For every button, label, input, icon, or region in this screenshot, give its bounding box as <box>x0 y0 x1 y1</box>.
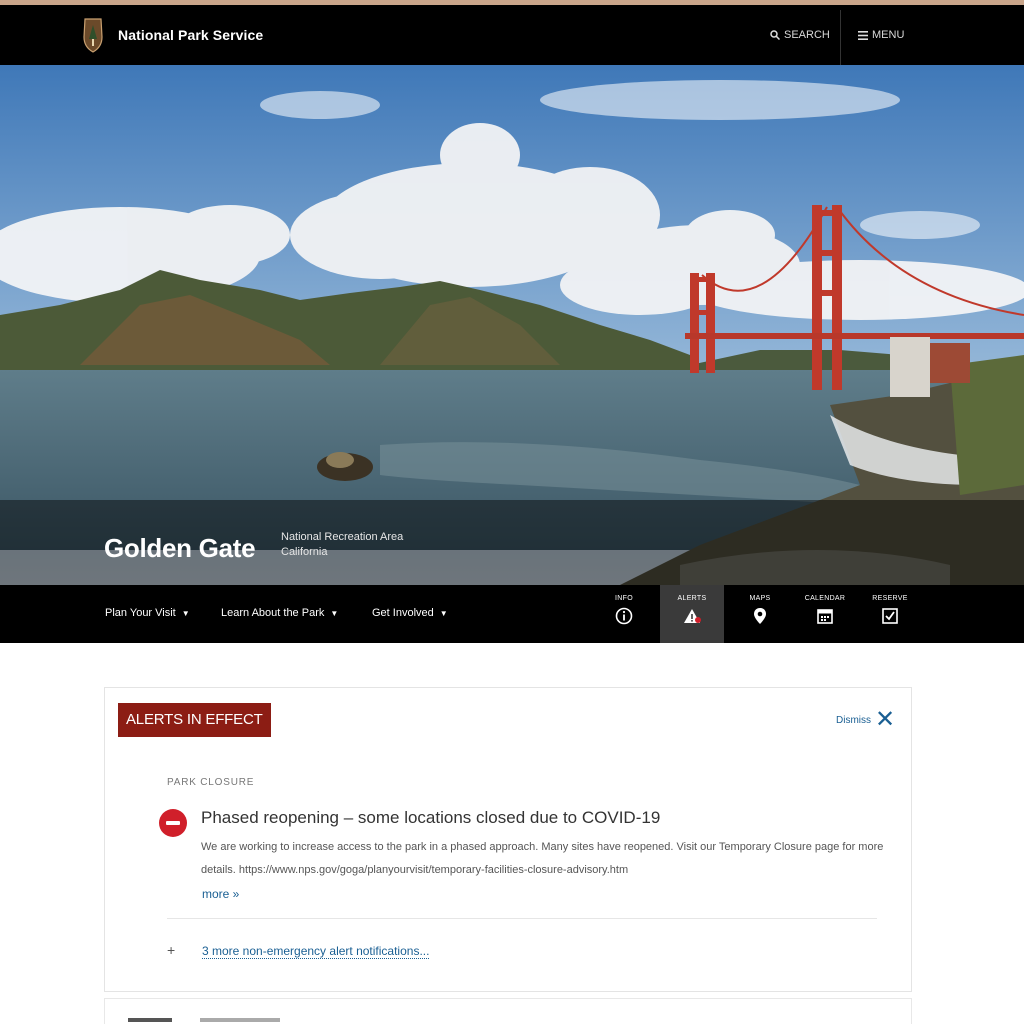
nav-plan-your-visit[interactable]: Plan Your Visit ▼ <box>105 607 190 619</box>
alert-category: PARK CLOSURE <box>167 777 255 788</box>
more-notifications-link[interactable]: 3 more non-emergency alert notifications… <box>202 944 430 959</box>
plus-icon[interactable]: + <box>167 942 175 958</box>
close-icon: ✕ <box>875 706 896 733</box>
search-label: SEARCH <box>784 29 830 41</box>
nav-label: Learn About the Park <box>221 607 325 619</box>
menu-button[interactable]: MENU <box>858 29 904 41</box>
quick-link-label: Maps <box>749 595 771 602</box>
quick-link-label: Calendar <box>804 595 846 602</box>
park-subtitle: National Recreation Area California <box>281 530 403 560</box>
dismiss-alerts-button[interactable]: Dismiss ✕ <box>836 706 896 733</box>
park-navigation: Plan Your Visit ▼ Learn About the Park ▼… <box>0 585 1024 643</box>
quick-link-reserve[interactable]: Reserve <box>858 585 922 643</box>
alert-body: We are working to increase access to the… <box>201 841 884 876</box>
nav-learn-about-the-park[interactable]: Learn About the Park ▼ <box>221 607 338 619</box>
caret-down-icon: ▼ <box>439 608 448 618</box>
alert-headline: Phased reopening – some locations closed… <box>201 808 661 827</box>
lower-content-text <box>200 1018 280 1022</box>
info-icon <box>615 607 633 625</box>
search-button[interactable]: SEARCH <box>770 29 830 41</box>
reserve-icon <box>882 608 898 624</box>
quick-link-label: Info <box>615 595 633 602</box>
search-icon <box>770 30 780 40</box>
park-state: California <box>281 546 328 558</box>
closure-icon <box>159 809 187 837</box>
alerts-title: ALERTS IN EFFECT <box>118 703 271 737</box>
hamburger-icon <box>858 30 868 40</box>
quick-link-alerts[interactable]: Alerts <box>660 585 724 643</box>
alert-more-link[interactable]: more » <box>202 887 239 901</box>
lower-content-text <box>128 1018 172 1022</box>
quick-link-info[interactable]: Info <box>592 585 656 643</box>
quick-link-label: Reserve <box>872 595 908 602</box>
alert-icon <box>684 609 701 623</box>
hero-banner: Golden Gate National Recreation Area Cal… <box>0 65 1024 585</box>
park-designation: National Recreation Area <box>281 531 404 543</box>
caret-down-icon: ▼ <box>181 608 190 618</box>
quick-link-maps[interactable]: Maps <box>728 585 792 643</box>
brand-name[interactable]: National Park Service <box>118 27 263 43</box>
nav-get-involved[interactable]: Get Involved ▼ <box>372 607 448 619</box>
menu-label: MENU <box>872 29 905 41</box>
caret-down-icon: ▼ <box>330 608 339 618</box>
calendar-icon <box>817 609 833 624</box>
nps-arrowhead-logo-icon[interactable] <box>82 17 104 53</box>
nav-label: Get Involved <box>372 607 434 619</box>
quick-link-label: Alerts <box>677 595 707 602</box>
dismiss-label: Dismiss <box>836 714 871 726</box>
site-header: National Park Service SEARCH MENU <box>0 5 1024 70</box>
quick-link-calendar[interactable]: Calendar <box>793 585 857 643</box>
park-name[interactable]: Golden Gate <box>104 533 256 564</box>
map-icon <box>754 608 766 624</box>
alert-divider <box>167 918 877 919</box>
nav-label: Plan Your Visit <box>105 607 176 619</box>
header-divider <box>840 10 841 70</box>
